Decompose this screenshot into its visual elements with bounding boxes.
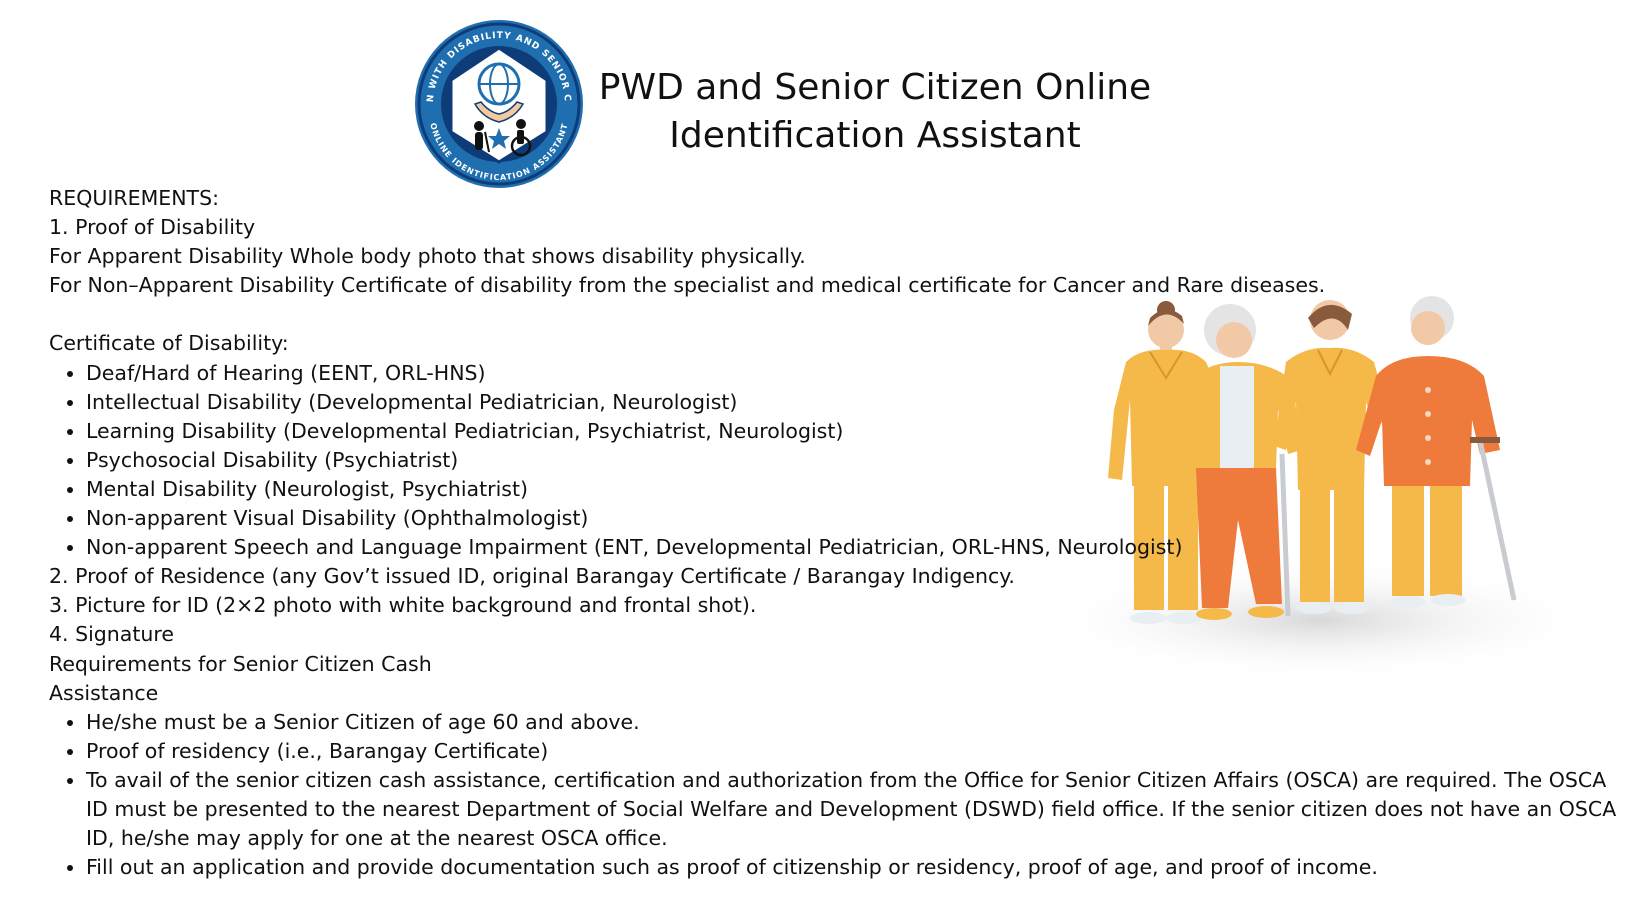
certificate-heading: Certificate of Disability: xyxy=(49,331,289,356)
requirements-heading: REQUIREMENTS: xyxy=(49,186,219,210)
list-item: To avail of the senior citizen cash assi… xyxy=(86,766,1634,853)
senior-heading-line-2: Assistance xyxy=(49,680,159,705)
list-item: Learning Disability (Developmental Pedia… xyxy=(86,417,1634,446)
list-item: Non-apparent Visual Disability (Ophthalm… xyxy=(86,504,1634,533)
list-item: He/she must be a Senior Citizen of age 6… xyxy=(86,708,1634,737)
apparent-disability-text: For Apparent Disability Whole body photo… xyxy=(49,244,806,269)
list-item: Mental Disability (Neurologist, Psychiat… xyxy=(86,475,1634,504)
list-item: Non-apparent Speech and Language Impairm… xyxy=(86,533,1634,562)
list-item: Fill out an application and provide docu… xyxy=(86,853,1634,882)
signature-item: 4. Signature xyxy=(49,622,174,647)
picture-for-id-item: 3. Picture for ID (2×2 photo with white … xyxy=(49,593,757,618)
page-title-line-2: Identification Assistant xyxy=(669,115,1081,156)
list-item: Psychosocial Disability (Psychiatrist) xyxy=(86,446,1634,475)
requirements-document: REQUIREMENTS: 1. Proof of Disability For… xyxy=(49,184,1634,882)
senior-requirements-list: He/she must be a Senior Citizen of age 6… xyxy=(49,708,1634,883)
page-title-line-1: PWD and Senior Citizen Online xyxy=(598,67,1152,108)
non-apparent-disability-text: For Non–Apparent Disability Certificate … xyxy=(49,273,1326,298)
proof-of-residence-item: 2. Proof of Residence (any Gov’t issued … xyxy=(49,564,1015,589)
page-title: PWD and Senior Citizen Online Identifica… xyxy=(560,64,1190,160)
list-item: Intellectual Disability (Developmental P… xyxy=(86,388,1634,417)
certificate-list: Deaf/Hard of Hearing (EENT, ORL-HNS) Int… xyxy=(49,359,1634,563)
list-item: Proof of residency (i.e., Barangay Certi… xyxy=(86,737,1634,766)
list-item: Deaf/Hard of Hearing (EENT, ORL-HNS) xyxy=(86,359,1634,388)
proof-of-disability-item: 1. Proof of Disability xyxy=(49,215,256,240)
senior-heading-line-1: Requirements for Senior Citizen Cash xyxy=(49,651,432,676)
